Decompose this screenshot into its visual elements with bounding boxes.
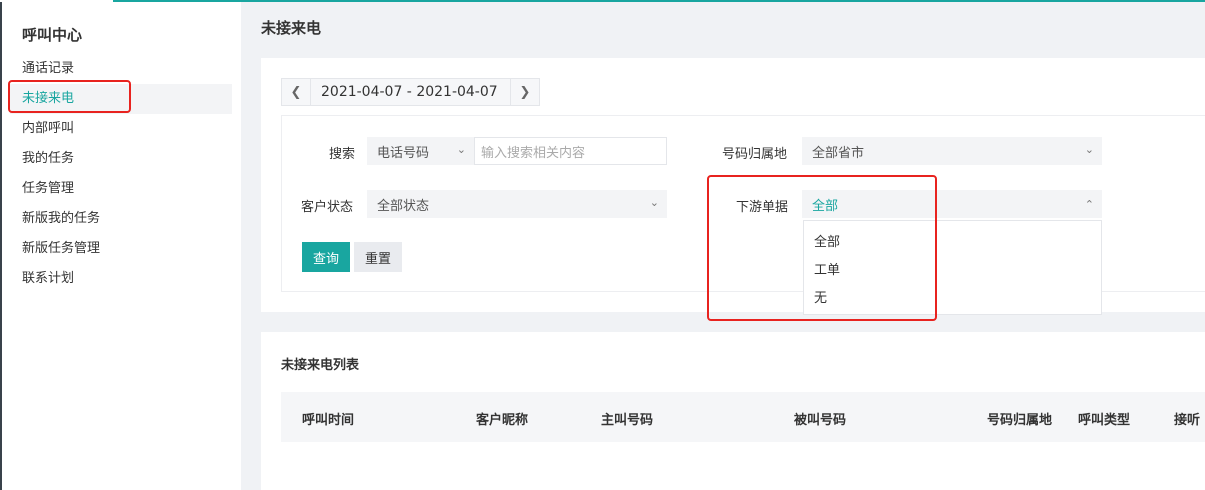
sidebar-item-new-task-management[interactable]: 新版任务管理 [10,234,232,264]
search-label: 搜索 [329,147,356,162]
downstream-doc-select[interactable]: 全部 ⌃ [802,190,1102,218]
date-range-text[interactable]: 2021-04-07 - 2021-04-07 [311,84,510,100]
sidebar: 呼叫中心 通话记录 未接来电 内部呼叫 我的任务 任务管理 新版我的任务 新版任… [0,2,241,490]
table-header: 呼叫时间 客户昵称 主叫号码 被叫号码 号码归属地 呼叫类型 接听 [281,392,1205,442]
sidebar-item-call-records[interactable]: 通话记录 [10,54,232,84]
column-header-customer-name[interactable]: 客户昵称 [476,409,528,428]
page-title: 未接来电 [261,19,322,37]
sidebar-item-task-management[interactable]: 任务管理 [10,174,232,204]
region-select[interactable]: 全部省市 ⌄ [802,137,1102,165]
column-header-call-type[interactable]: 呼叫类型 [1078,409,1130,428]
chevron-down-icon: ⌄ [1084,143,1094,156]
customer-status-value: 全部状态 [377,198,430,214]
chevron-down-icon: ⌄ [649,196,659,209]
sidebar-item-contact-plan[interactable]: 联系计划 [10,264,232,294]
date-range-picker[interactable]: ❮ 2021-04-07 - 2021-04-07 ❯ [281,78,540,106]
region-label: 号码归属地 [722,147,788,162]
reset-button[interactable]: 重置 [354,242,402,272]
sidebar-title: 呼叫中心 [22,26,83,44]
dropdown-option-ticket[interactable]: 工单 [814,259,840,278]
column-header-callee-number[interactable]: 被叫号码 [794,409,846,428]
chevron-down-icon: ⌄ [456,143,466,156]
column-header-caller-number[interactable]: 主叫号码 [601,409,653,428]
downstream-doc-dropdown: 全部 工单 无 [803,220,1102,315]
search-input[interactable]: 输入搜索相关内容 [474,137,667,165]
column-header-answer[interactable]: 接听 [1174,409,1200,428]
chevron-up-icon: ⌃ [1084,198,1094,211]
customer-status-select[interactable]: 全部状态 ⌄ [367,190,667,218]
search-type-value: 电话号码 [377,145,430,161]
region-value: 全部省市 [812,145,865,161]
dropdown-option-none[interactable]: 无 [814,287,827,306]
search-placeholder: 输入搜索相关内容 [481,145,586,161]
list-title: 未接来电列表 [281,358,360,373]
sidebar-item-my-tasks[interactable]: 我的任务 [10,144,232,174]
column-header-call-time[interactable]: 呼叫时间 [302,409,354,428]
sidebar-item-new-my-tasks[interactable]: 新版我的任务 [10,204,232,234]
query-button[interactable]: 查询 [302,242,350,272]
downstream-doc-label: 下游单据 [736,200,789,215]
downstream-doc-value: 全部 [812,198,839,214]
customer-status-label: 客户状态 [301,200,354,215]
column-header-number-region[interactable]: 号码归属地 [987,409,1052,428]
chevron-left-icon[interactable]: ❮ [282,79,310,105]
dropdown-option-all[interactable]: 全部 [814,231,840,250]
search-type-select[interactable]: 电话号码 ⌄ [367,137,474,165]
sidebar-item-missed-calls[interactable]: 未接来电 [10,84,232,114]
chevron-right-icon[interactable]: ❯ [511,79,539,105]
sidebar-item-internal-call[interactable]: 内部呼叫 [10,114,232,144]
